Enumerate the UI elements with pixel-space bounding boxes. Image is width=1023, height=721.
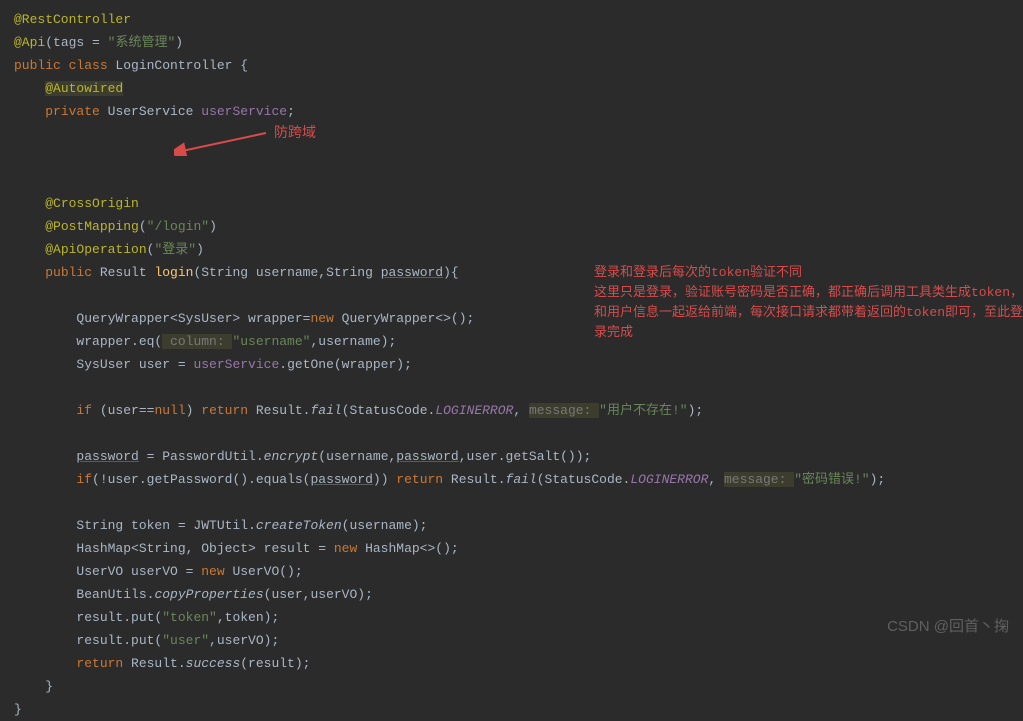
code-line: UserVO userVO = new UserVO(); bbox=[14, 560, 1023, 583]
code-line: if(!user.getPassword().equals(password))… bbox=[14, 468, 1023, 491]
blank-line bbox=[14, 376, 1023, 399]
code-line: public class LoginController { bbox=[14, 54, 1023, 77]
code-line: result.put("user",userVO); bbox=[14, 629, 1023, 652]
code-line: SysUser user = userService.getOne(wrappe… bbox=[14, 353, 1023, 376]
code-line: result.put("token",token); bbox=[14, 606, 1023, 629]
code-line: } bbox=[14, 698, 1023, 721]
code-line: private UserService userService; bbox=[14, 100, 1023, 123]
code-line: String token = JWTUtil.createToken(usern… bbox=[14, 514, 1023, 537]
code-line: } bbox=[14, 675, 1023, 698]
code-editor[interactable]: @RestController @Api(tags = "系统管理") publ… bbox=[14, 8, 1023, 721]
red-annotation-label: 防跨域 bbox=[274, 123, 316, 146]
watermark: CSDN @回首丶掬 bbox=[887, 615, 1009, 638]
code-line: HashMap<String, Object> result = new Has… bbox=[14, 537, 1023, 560]
code-line: @PostMapping("/login") bbox=[14, 215, 1023, 238]
code-line: @ApiOperation("登录") bbox=[14, 238, 1023, 261]
code-line: public Result login(String username,Stri… bbox=[14, 261, 1023, 307]
code-line: @RestController bbox=[14, 8, 1023, 31]
code-line: @Autowired bbox=[14, 77, 1023, 100]
blank-line bbox=[14, 422, 1023, 445]
code-line: @Api(tags = "系统管理") bbox=[14, 31, 1023, 54]
blank-line bbox=[14, 491, 1023, 514]
code-line: password = PasswordUtil.encrypt(username… bbox=[14, 445, 1023, 468]
blank-line: 防跨域 bbox=[14, 123, 1023, 192]
code-line: @CrossOrigin bbox=[14, 192, 1023, 215]
code-line: if (user==null) return Result.fail(Statu… bbox=[14, 399, 1023, 422]
code-line: wrapper.eq( column: "username",username)… bbox=[14, 330, 1023, 353]
arrow-icon bbox=[174, 131, 269, 156]
code-line: return Result.success(result); bbox=[14, 652, 1023, 675]
code-line: QueryWrapper<SysUser> wrapper=new QueryW… bbox=[14, 307, 1023, 330]
code-line: BeanUtils.copyProperties(user,userVO); bbox=[14, 583, 1023, 606]
